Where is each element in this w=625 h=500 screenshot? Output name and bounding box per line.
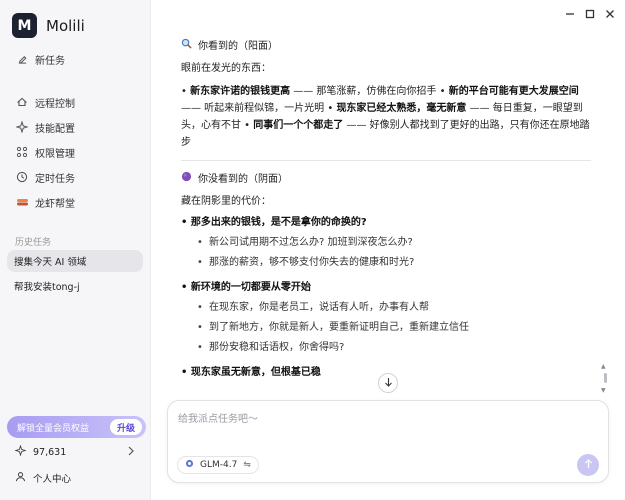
bullet-heading-text: 新环境的一切都要从零开始 (190, 282, 311, 293)
sidebar-item-remote[interactable]: 远程控制 (15, 93, 75, 111)
vip-text: 解锁全量会员权益 (17, 423, 90, 434)
section-intro: 眼前在发光的东西： (181, 63, 271, 74)
bullet-list: 新公司试用期不过怎么办? 加班到深夜怎么办? 那涨的薪资，够不够支付你失去的健康… (192, 234, 591, 271)
vip-banner[interactable]: 解锁全量会员权益 升级 (7, 416, 146, 438)
app-name: Molili (46, 16, 85, 35)
sparkle-icon (14, 444, 27, 459)
sidebar-item-label: 定时任务 (35, 173, 75, 185)
list-item: 到了新地方，你就是新人，要重新证明自己，重新建立信任 (192, 319, 591, 336)
maximize-icon[interactable] (583, 8, 597, 22)
composer-input[interactable]: 给我派点任务吧～ (178, 410, 258, 425)
text-span: —— 听起来前程似锦，一片光明 • (181, 103, 337, 114)
sidebar-item-label: 技能配置 (35, 123, 75, 135)
sidebar-item-label: 龙虾帮堂 (35, 198, 75, 210)
scrollbar-up-arrow[interactable]: ▲ (601, 363, 606, 370)
skill-icon (15, 120, 29, 134)
list-item: 在现东家，你是老员工，说话有人听，办事有人帮 (192, 299, 591, 316)
history-item[interactable]: 搜集今天 AI 领域 (7, 250, 143, 272)
bold-phrase: 新东家许诺的银钱更高 (190, 86, 291, 97)
section-intro: 藏在阴影里的代价： (181, 196, 271, 207)
sidebar-item-permissions[interactable]: 权限管理 (15, 143, 75, 161)
scrollbar-thumb[interactable] (604, 373, 607, 383)
section-heading: 你看到的（阳面） (181, 38, 591, 54)
bold-phrase: 新的平台可能有更大发展空间 (448, 86, 579, 97)
bold-phrase: 现东家已经太熟悉，毫无新意 (336, 103, 467, 114)
sidebar-item-skills[interactable]: 技能配置 (15, 118, 75, 136)
magnifier-icon (181, 38, 192, 55)
bullet-list: 在现东家，你是老员工，说话有人听，办事有人帮 到了新地方，你就是新人，要重新证明… (192, 299, 591, 356)
divider (181, 160, 591, 161)
points-row[interactable]: 97,631 (14, 444, 135, 459)
bullet-heading: • 那多出来的银钱，是不是拿你的命换的? (181, 217, 367, 228)
sidebar-item-label: 权限管理 (35, 148, 75, 160)
chevron-right-icon (127, 446, 135, 459)
send-button[interactable] (577, 454, 599, 476)
list-item: 那涨的薪资，够不够支付你失去的健康和时光? (192, 254, 591, 271)
points-value: 97,631 (33, 446, 67, 458)
model-selector[interactable]: GLM-4.7 ⇋ (177, 456, 259, 474)
history-item[interactable]: 帮我安装tong-j (7, 275, 143, 297)
history-section-label: 历史任务 (15, 238, 52, 248)
model-icon (185, 459, 194, 471)
switch-icon: ⇋ (243, 460, 251, 470)
model-name: GLM-4.7 (200, 460, 238, 470)
clock-icon (15, 170, 29, 184)
user-icon (15, 471, 26, 485)
new-task-button[interactable]: 新任务 (15, 50, 65, 68)
scrollbar-down-arrow[interactable]: ▼ (601, 387, 606, 394)
sidebar-item-lobster[interactable]: 龙虾帮堂 (15, 193, 75, 211)
user-center[interactable]: 个人中心 (15, 471, 71, 485)
arrow-down-icon (384, 377, 393, 390)
brand: M Molili (12, 13, 85, 38)
list-item: 新公司试用期不过怎么办? 加班到深夜怎么办? (192, 234, 591, 251)
edit-icon (15, 52, 29, 66)
bullet-heading: • 新环境的一切都要从零开始 (181, 282, 311, 293)
section-paragraph: • 新东家许诺的银钱更高 —— 那笔涨薪，仿佛在向你招手 • 新的平台可能有更大… (181, 86, 590, 148)
chat-message: 你看到的（阳面） 眼前在发光的东西： • 新东家许诺的银钱更高 —— 那笔涨薪，… (181, 38, 591, 381)
upgrade-button[interactable]: 升级 (109, 419, 142, 435)
bold-phrase: 同事们一个个都走了 (253, 120, 344, 131)
text-span: —— 那笔涨薪，仿佛在向你招手 • (290, 86, 449, 97)
list-item: 那份安稳和话语权，你舍得吗? (192, 339, 591, 356)
section-title: 你没看到的（阴面） (198, 173, 288, 185)
minimize-icon[interactable] (563, 8, 577, 22)
arrow-up-icon (584, 458, 593, 472)
section-heading: 你没看到的（阴面） (181, 171, 591, 187)
section-title: 你看到的（阳面） (198, 40, 278, 52)
sidebar-item-label: 远程控制 (35, 98, 75, 110)
remote-icon (15, 95, 29, 109)
new-task-label: 新任务 (35, 55, 65, 67)
bullet-heading-text: 那多出来的银钱，是不是拿你的命换的? (190, 217, 367, 228)
sidebar-item-scheduled[interactable]: 定时任务 (15, 168, 75, 186)
moon-icon (181, 171, 192, 188)
bullet-heading-text: 现东家虽无新意，但根基已稳 (190, 367, 321, 378)
user-center-label: 个人中心 (33, 474, 72, 485)
close-icon[interactable] (603, 8, 617, 22)
sidebar: M Molili 新任务 远程控制 技能配置 权限管理 定时任务 龙虾帮堂 历史… (0, 0, 151, 500)
app-logo: M (12, 13, 37, 38)
lobster-icon (15, 195, 29, 209)
composer[interactable]: 给我派点任务吧～ GLM-4.7 ⇋ (167, 400, 609, 483)
scroll-down-button[interactable] (378, 373, 398, 393)
permission-icon (15, 145, 29, 159)
